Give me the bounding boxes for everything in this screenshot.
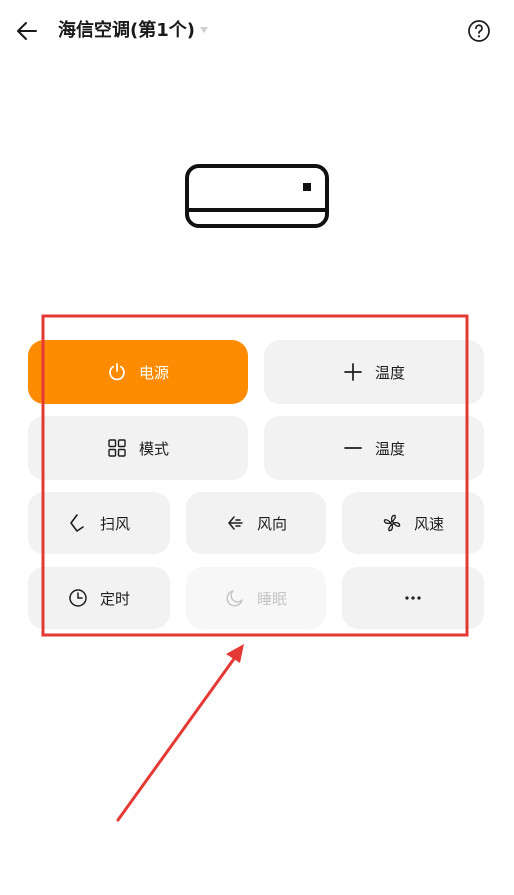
direction-label: 风向 [256,514,287,533]
minus-icon [344,447,362,449]
temp-up-button[interactable]: 温度 [264,340,484,404]
fan-speed-label: 风速 [413,514,444,533]
direction-button[interactable]: 风向 [186,492,326,554]
power-button[interactable]: 电源 [28,340,248,404]
page-title: 海信空调(第1个) [58,20,195,41]
swing-button[interactable]: 扫风 [28,492,170,554]
mode-button[interactable]: 模式 [28,416,248,480]
fan-speed-button[interactable]: 风速 [342,492,484,554]
plus-icon [344,363,362,381]
grid-icon [108,439,126,457]
annotation-arrow-shaft [116,654,238,822]
air-conditioner-icon [185,164,329,228]
more-horizontal-icon [405,596,421,600]
mode-label: 模式 [138,439,169,458]
sleep-button[interactable]: 睡眠 [186,567,326,629]
moon-icon [226,590,243,607]
temp-down-button[interactable]: 温度 [264,416,484,480]
temp-down-label: 温度 [374,439,405,458]
power-label: 电源 [138,363,169,382]
temp-up-label: 温度 [374,363,405,382]
timer-button[interactable]: 定时 [28,567,170,629]
clock-icon [69,589,87,607]
app-header: 海信空调(第1个) [0,0,514,62]
question-circle-icon[interactable] [467,19,491,43]
sleep-label: 睡眠 [256,589,287,608]
dropdown-caret-icon[interactable] [200,27,208,33]
fan-icon [383,514,401,532]
swing-label: 扫风 [99,514,130,533]
arrow-left-icon[interactable] [14,18,40,44]
annotation-arrow-head [226,644,244,663]
swing-icon [70,514,84,532]
wind-direction-icon [228,516,243,530]
timer-label: 定时 [99,589,130,608]
power-icon [109,363,125,381]
more-button[interactable] [342,567,484,629]
